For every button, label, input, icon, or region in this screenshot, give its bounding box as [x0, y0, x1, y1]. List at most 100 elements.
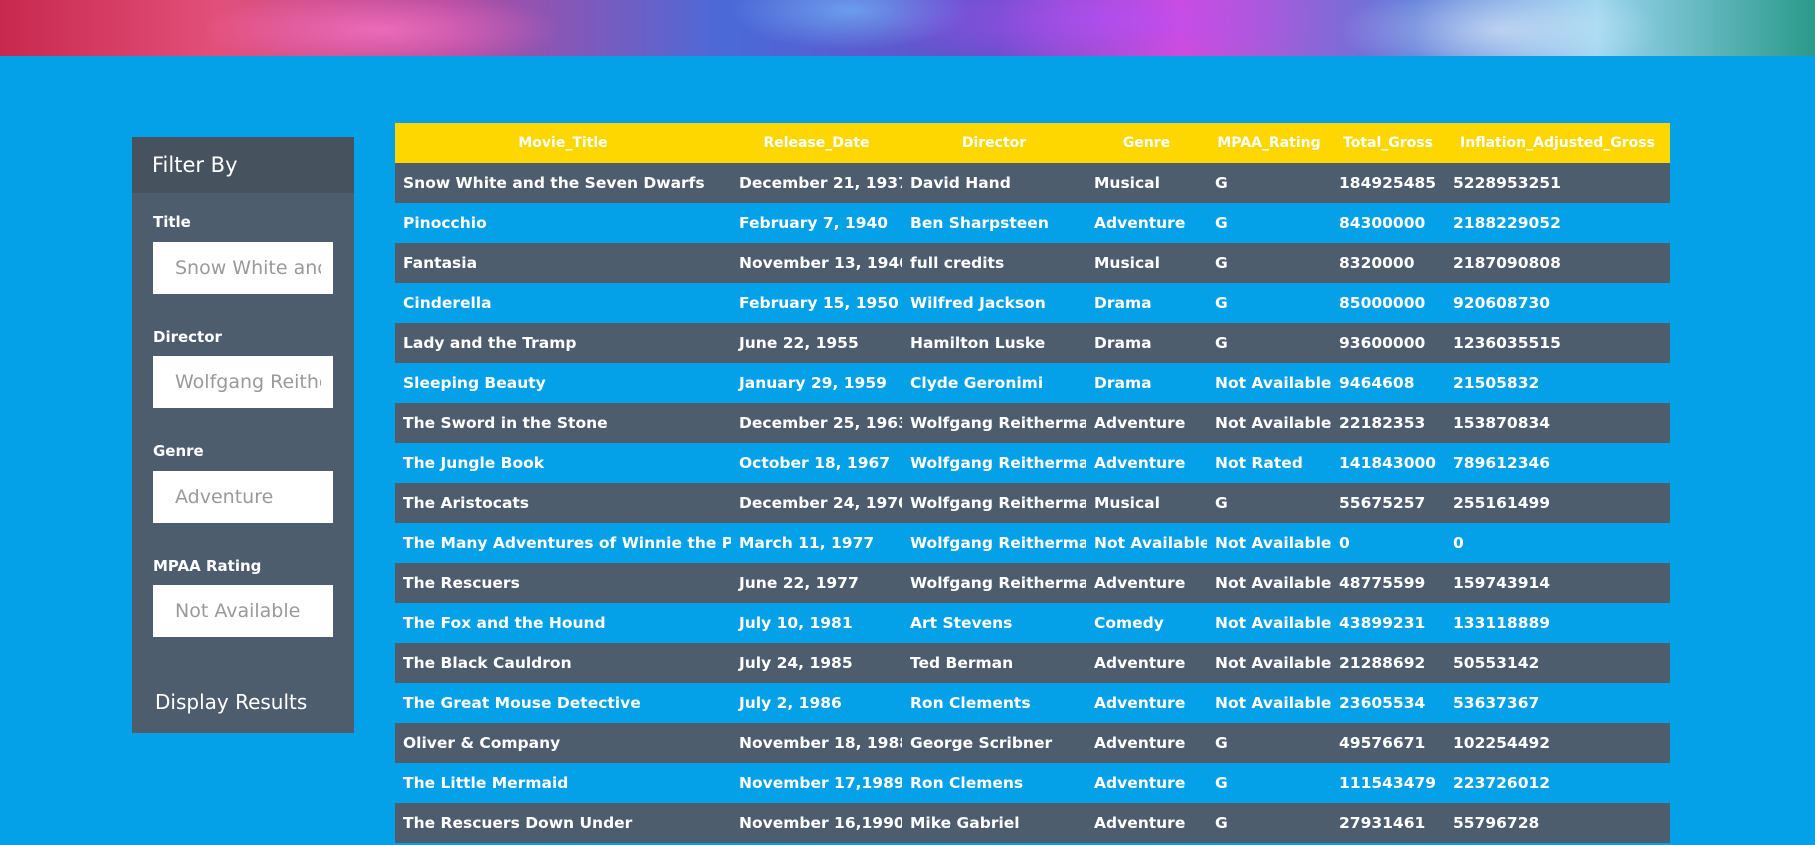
director-filter-label: Director: [153, 328, 222, 346]
cell-genre: Drama: [1086, 283, 1207, 323]
table-row: Oliver & Company November 18, 1988 George …: [395, 723, 1670, 763]
cell-release-date: January 29, 1959: [731, 363, 902, 403]
director-filter-input[interactable]: [153, 356, 333, 408]
cell-director: George Scribner: [902, 723, 1086, 763]
cell-inflation-adjusted-gross: 920608730: [1445, 283, 1670, 323]
cell-mpaa-rating: G: [1207, 243, 1331, 283]
cell-director: Ron Clements: [902, 683, 1086, 723]
table-row: The Rescuers Down Under November 16,1990 M…: [395, 803, 1670, 843]
cell-genre: Drama: [1086, 323, 1207, 363]
cell-mpaa-rating: Not Available: [1207, 563, 1331, 603]
cell-inflation-adjusted-gross: 223726012: [1445, 763, 1670, 803]
cell-movie-title: The Many Adventures of Winnie the Pooh: [395, 523, 731, 563]
cell-inflation-adjusted-gross: 102254492: [1445, 723, 1670, 763]
cell-genre: Adventure: [1086, 803, 1207, 843]
table-row: The Fox and the Hound July 10, 1981 Art St…: [395, 603, 1670, 643]
cell-total-gross: 22182353: [1331, 403, 1445, 443]
table-row: The Rescuers June 22, 1977 Wolfgang Reithe…: [395, 563, 1670, 603]
cell-inflation-adjusted-gross: 0: [1445, 523, 1670, 563]
cell-mpaa-rating: Not Rated: [1207, 443, 1331, 483]
cell-movie-title: The Jungle Book: [395, 443, 731, 483]
genre-filter-input[interactable]: [153, 471, 333, 523]
cell-director: Ben Sharpsteen: [902, 203, 1086, 243]
cell-inflation-adjusted-gross: 1236035515: [1445, 323, 1670, 363]
table-row: The Aristocats December 24, 1970 Wolfgang …: [395, 483, 1670, 523]
cell-director: Wolfgang Reitherman: [902, 563, 1086, 603]
cell-movie-title: Oliver & Company: [395, 723, 731, 763]
cell-director: Wolfgang Reitherman: [902, 443, 1086, 483]
cell-mpaa-rating: Not Available: [1207, 643, 1331, 683]
cell-total-gross: 184925485: [1331, 163, 1445, 203]
cell-inflation-adjusted-gross: 55796728: [1445, 803, 1670, 843]
table-row: The Many Adventures of Winnie the Pooh Ma…: [395, 523, 1670, 563]
cell-release-date: November 18, 1988: [731, 723, 902, 763]
cell-director: full credits: [902, 243, 1086, 283]
cell-genre: Drama: [1086, 363, 1207, 403]
cell-movie-title: The Black Cauldron: [395, 643, 731, 683]
mpaa-filter-input[interactable]: [153, 585, 333, 637]
cell-total-gross: 8320000: [1331, 243, 1445, 283]
cell-mpaa-rating: G: [1207, 483, 1331, 523]
filter-sidebar: Filter By Title Director Genre MPAA Rati…: [132, 137, 354, 733]
mpaa-filter-label: MPAA Rating: [153, 557, 262, 575]
cell-director: Mike Gabriel: [902, 803, 1086, 843]
cell-inflation-adjusted-gross: 789612346: [1445, 443, 1670, 483]
column-header-release-date: Release_Date: [731, 123, 902, 163]
cell-genre: Adventure: [1086, 563, 1207, 603]
cell-director: Art Stevens: [902, 603, 1086, 643]
cell-mpaa-rating: Not Available: [1207, 683, 1331, 723]
cell-mpaa-rating: G: [1207, 163, 1331, 203]
cell-mpaa-rating: G: [1207, 203, 1331, 243]
cell-inflation-adjusted-gross: 5228953251: [1445, 163, 1670, 203]
cell-release-date: October 18, 1967: [731, 443, 902, 483]
cell-movie-title: The Rescuers: [395, 563, 731, 603]
cell-inflation-adjusted-gross: 50553142: [1445, 643, 1670, 683]
table-header-row: Movie_Title Release_Date Director Genre …: [395, 123, 1670, 163]
cell-director: David Hand: [902, 163, 1086, 203]
table-row: Pinocchio February 7, 1940 Ben Sharpsteen A…: [395, 203, 1670, 243]
table-row: The Great Mouse Detective July 2, 1986 Ron…: [395, 683, 1670, 723]
column-header-inflation-adjusted-gross: Inflation_Adjusted_Gross: [1445, 123, 1670, 163]
table-row: Snow White and the Seven Dwarfs December …: [395, 163, 1670, 203]
cell-release-date: November 17,1989: [731, 763, 902, 803]
cell-genre: Adventure: [1086, 723, 1207, 763]
cell-director: Ron Clemens: [902, 763, 1086, 803]
cell-director: Clyde Geronimi: [902, 363, 1086, 403]
cell-movie-title: The Fox and the Hound: [395, 603, 731, 643]
title-filter-input[interactable]: [153, 242, 333, 294]
cell-release-date: February 15, 1950: [731, 283, 902, 323]
column-header-movie-title: Movie_Title: [395, 123, 731, 163]
cell-total-gross: 55675257: [1331, 483, 1445, 523]
sidebar-title: Filter By: [132, 137, 354, 193]
cell-movie-title: The Sword in the Stone: [395, 403, 731, 443]
movies-table: Movie_Title Release_Date Director Genre …: [395, 123, 1670, 843]
cell-release-date: December 21, 1937: [731, 163, 902, 203]
cell-mpaa-rating: G: [1207, 763, 1331, 803]
cell-inflation-adjusted-gross: 2188229052: [1445, 203, 1670, 243]
cell-movie-title: The Aristocats: [395, 483, 731, 523]
cell-release-date: November 13, 1940: [731, 243, 902, 283]
cell-genre: Musical: [1086, 163, 1207, 203]
cell-release-date: December 24, 1970: [731, 483, 902, 523]
cell-director: Wolfgang Reitherman: [902, 403, 1086, 443]
column-header-total-gross: Total_Gross: [1331, 123, 1445, 163]
cell-total-gross: 49576671: [1331, 723, 1445, 763]
cell-movie-title: Sleeping Beauty: [395, 363, 731, 403]
genre-filter-label: Genre: [153, 442, 204, 460]
cell-inflation-adjusted-gross: 21505832: [1445, 363, 1670, 403]
cell-inflation-adjusted-gross: 133118889: [1445, 603, 1670, 643]
cell-total-gross: 0: [1331, 523, 1445, 563]
header-banner-image: [0, 0, 1815, 56]
column-header-director: Director: [902, 123, 1086, 163]
cell-movie-title: Lady and the Tramp: [395, 323, 731, 363]
cell-genre: Not Available: [1086, 523, 1207, 563]
table-row: The Little Mermaid November 17,1989 Ron Cl…: [395, 763, 1670, 803]
table-row: The Black Cauldron July 24, 1985 Ted Berma…: [395, 643, 1670, 683]
table-row: The Sword in the Stone December 25, 1963 W…: [395, 403, 1670, 443]
cell-director: Wolfgang Reitherman: [902, 523, 1086, 563]
cell-genre: Adventure: [1086, 683, 1207, 723]
cell-total-gross: 111543479: [1331, 763, 1445, 803]
cell-total-gross: 23605534: [1331, 683, 1445, 723]
display-results-button[interactable]: Display Results: [155, 690, 307, 714]
cell-mpaa-rating: G: [1207, 323, 1331, 363]
